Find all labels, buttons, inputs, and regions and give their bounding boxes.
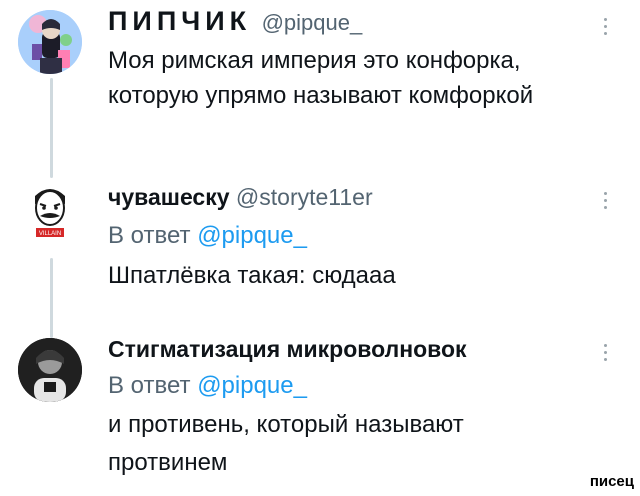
avatar[interactable]: VILLAIN (18, 178, 82, 242)
reply-mention-link[interactable]: @pipque_ (197, 222, 307, 249)
handle[interactable]: @pipque_ (262, 10, 363, 35)
more-options-icon[interactable] (602, 18, 608, 35)
reply-context: В ответ @pipque_ (108, 222, 307, 250)
tweet-header: ПИПЧИК @pipque_ (108, 6, 362, 37)
handle[interactable]: @storyte11er (236, 184, 373, 210)
reply-prefix: В ответ (108, 372, 198, 399)
tweet-text-line: Моя римская империя это конфорка, (108, 47, 521, 74)
reply-context: В ответ @pipque_ (108, 372, 307, 400)
tweet-text-line: и противень, который называют (108, 411, 464, 438)
tweet-text-line: протвинем (108, 449, 228, 476)
avatar-caption: VILLAIN (39, 231, 61, 237)
avatar[interactable] (18, 10, 82, 74)
more-options-icon[interactable] (602, 344, 608, 361)
avatar-villain-face-icon: VILLAIN (18, 178, 82, 242)
more-options-icon[interactable] (602, 192, 608, 209)
avatar-illustration-icon (18, 10, 82, 74)
tweet[interactable]: VILLAIN чувашеску @storyte11er В ответ @… (0, 170, 640, 320)
tweet-text-line: которую упрямо называют комфоркой (108, 82, 534, 109)
display-name[interactable]: ПИПЧИК (108, 6, 251, 36)
display-name[interactable]: чувашеску (108, 184, 230, 210)
tweet-text: и противень, который называют протвинем (108, 406, 464, 482)
twitter-thread-screenshot: { "tweets": [ { "display_name": "ПИПЧИК"… (0, 0, 640, 496)
tweet[interactable]: ПИПЧИК @pipque_ Моя римская империя это … (0, 0, 640, 160)
tweet-text-line: Шпатлёвка такая: сюдааа (108, 262, 396, 289)
tweet-text: Моя римская империя это конфорка, котору… (108, 43, 533, 113)
avatar-photo-icon (18, 338, 82, 402)
display-name[interactable]: Стигматизация микроволновок (108, 336, 467, 362)
tweet-header: Стигматизация микроволновок (108, 336, 467, 363)
tweet-header: чувашеску @storyte11er (108, 184, 373, 211)
watermark: писец (589, 473, 634, 490)
reply-mention-link[interactable]: @pipque_ (197, 372, 307, 399)
avatar[interactable] (18, 338, 82, 402)
reply-prefix: В ответ (108, 222, 198, 249)
tweet-text: Шпатлёвка такая: сюдааа (108, 258, 396, 293)
tweet[interactable]: Стигматизация микроволновок В ответ @pip… (0, 330, 640, 496)
